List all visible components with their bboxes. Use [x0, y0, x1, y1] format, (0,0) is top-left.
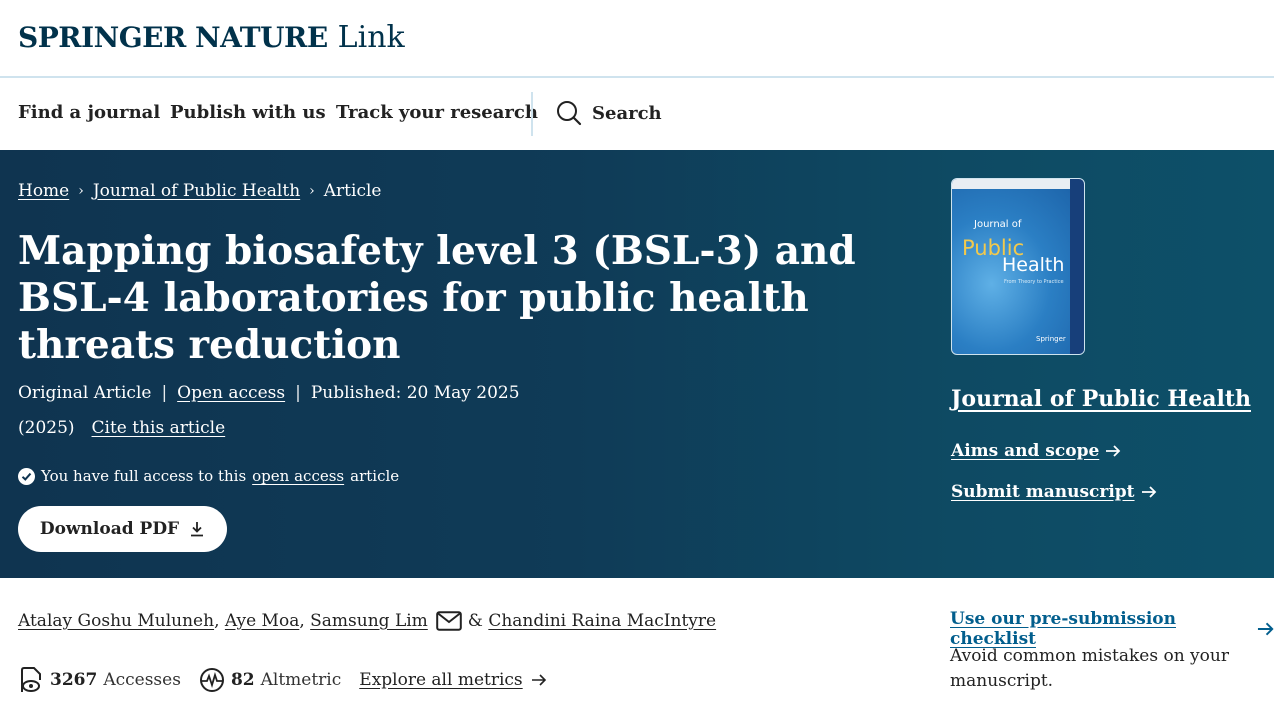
- arrow-right-icon: [531, 674, 546, 686]
- meta-separator: |: [161, 383, 168, 403]
- cover-subtitle: From Theory to Practice: [1004, 279, 1064, 285]
- cover-line1: Journal of: [974, 219, 1022, 230]
- aims-scope-link[interactable]: Aims and scope: [951, 441, 1121, 461]
- accesses-label: Accesses: [103, 670, 181, 690]
- author-list: Atalay Goshu Muluneh, Aye Moa, Samsung L…: [18, 611, 716, 631]
- nav-track-research[interactable]: Track your research: [336, 102, 538, 123]
- access-note-prefix: You have full access to this: [41, 467, 247, 485]
- cover-publisher: Springer: [1036, 335, 1066, 343]
- author-separator: ,: [214, 611, 220, 631]
- cover-line3: Health: [1002, 254, 1065, 276]
- sidebar-journal-title[interactable]: Journal of Public Health: [951, 386, 1251, 412]
- submit-manuscript-link[interactable]: Submit manuscript: [951, 482, 1157, 502]
- download-pdf-button[interactable]: Download PDF: [18, 506, 227, 552]
- pre-submission-checklist-link[interactable]: Use our pre-submission checklist: [950, 609, 1274, 649]
- checklist-label: Use our pre-submission checklist: [950, 609, 1176, 649]
- nav-find-journal[interactable]: Find a journal: [18, 102, 160, 123]
- access-note: You have full access to this open access…: [18, 467, 399, 485]
- article-metrics: 3267 Accesses 82 Altmetric Explore all m…: [18, 666, 547, 694]
- cover-side-stripe: [1070, 179, 1084, 354]
- arrow-right-icon: [1257, 622, 1274, 636]
- cover-top-band: [952, 179, 1084, 189]
- breadcrumb-home[interactable]: Home: [18, 181, 69, 201]
- open-access-link[interactable]: Open access: [177, 383, 285, 403]
- check-circle-icon: [18, 467, 35, 485]
- main-nav: Find a journal Publish with us Track you…: [0, 80, 1274, 150]
- submit-manuscript-label: Submit manuscript: [951, 482, 1135, 502]
- article-title: Mapping biosafety level 3 (BSL-3) and BS…: [18, 228, 856, 368]
- download-pdf-label: Download PDF: [39, 519, 180, 539]
- accesses-count: 3267: [50, 670, 98, 690]
- article-meta-2: (2025) Cite this article: [18, 418, 225, 438]
- mail-icon[interactable]: [435, 611, 462, 631]
- author-link[interactable]: Chandini Raina MacIntyre: [488, 611, 716, 631]
- search-button[interactable]: Search: [556, 100, 662, 126]
- search-label: Search: [592, 102, 662, 124]
- breadcrumb: Home › Journal of Public Health › Articl…: [18, 181, 381, 201]
- arrow-right-icon: [1106, 445, 1121, 457]
- journal-cover-image[interactable]: Journal of Public Health From Theory to …: [951, 178, 1085, 355]
- nav-publish[interactable]: Publish with us: [170, 102, 326, 123]
- altmetric-score: 82: [230, 670, 255, 690]
- site-header: SPRINGER NATURE Link: [0, 0, 1274, 78]
- access-note-link[interactable]: open access: [252, 467, 344, 485]
- altmetric-icon: [199, 668, 224, 692]
- arrow-right-icon: [1141, 486, 1156, 498]
- logo-product: Link: [337, 20, 405, 55]
- download-icon: [191, 522, 204, 537]
- aims-scope-label: Aims and scope: [951, 441, 1100, 461]
- author-link[interactable]: Aye Moa: [225, 611, 299, 631]
- meta-separator: |: [295, 383, 301, 403]
- chevron-right-icon: ›: [309, 183, 315, 199]
- springer-nature-link-logo[interactable]: SPRINGER NATURE Link: [18, 20, 405, 55]
- published-date: Published: 20 May 2025: [310, 383, 520, 403]
- explore-metrics-link[interactable]: Explore all metrics: [359, 670, 522, 690]
- altmetric-label: Altmetric: [260, 670, 342, 690]
- accesses-icon: [21, 667, 41, 692]
- logo-brand: SPRINGER NATURE: [18, 21, 328, 54]
- article-hero: Home › Journal of Public Health › Articl…: [0, 150, 1274, 578]
- article-year: (2025): [18, 418, 75, 438]
- chevron-right-icon: ›: [78, 183, 84, 199]
- article-meta: Original Article | Open access | Publish…: [18, 383, 520, 403]
- cite-article-link[interactable]: Cite this article: [92, 418, 226, 438]
- author-link[interactable]: Samsung Lim: [310, 611, 428, 631]
- search-icon: [557, 101, 582, 126]
- nav-divider: [531, 92, 533, 136]
- breadcrumb-journal[interactable]: Journal of Public Health: [93, 181, 300, 201]
- breadcrumb-current: Article: [323, 181, 382, 201]
- author-separator: ,: [299, 611, 305, 631]
- checklist-note: Avoid common mistakes on your manuscript…: [950, 646, 1229, 691]
- article-type: Original Article: [18, 383, 152, 403]
- author-ampersand: &: [467, 611, 483, 631]
- author-link[interactable]: Atalay Goshu Muluneh: [18, 611, 214, 631]
- access-note-suffix: article: [350, 467, 400, 485]
